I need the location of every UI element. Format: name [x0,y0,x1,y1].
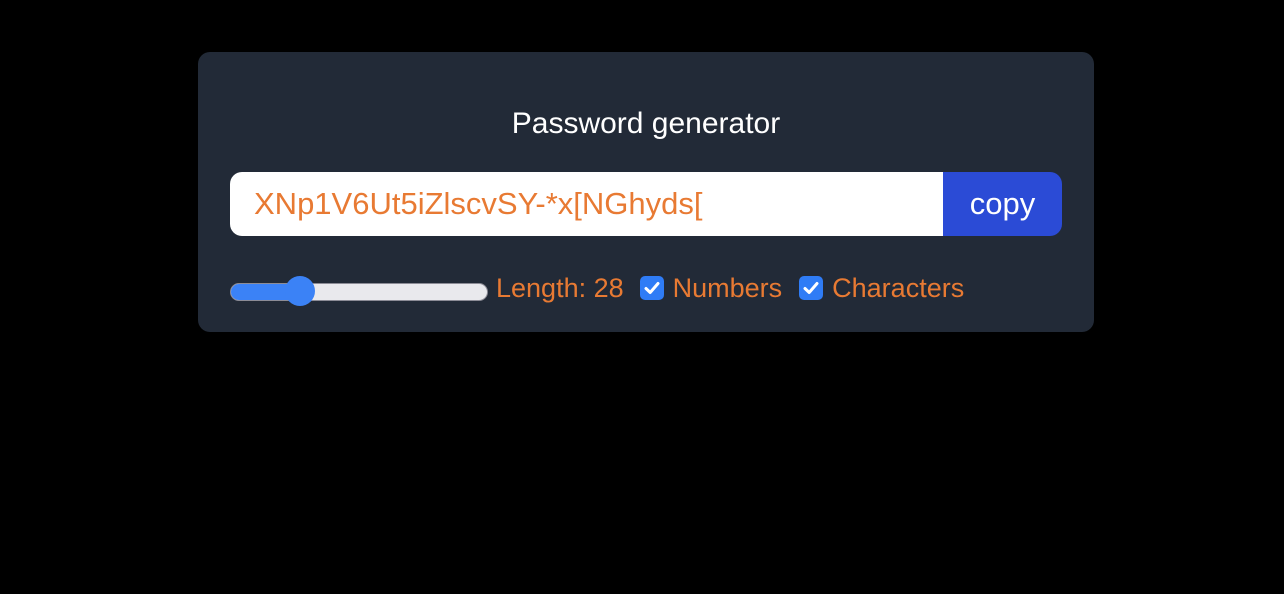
password-input[interactable] [230,172,943,236]
length-label: Length: 28 [496,272,624,303]
slider-track [230,283,488,301]
length-slider[interactable] [230,274,488,306]
checkmark-icon [803,282,819,294]
password-generator-card: Password generator copy Length: 28 Numbe… [198,52,1094,332]
options-row: Length: 28 Numbers Characters [230,270,981,306]
checkmark-icon [644,282,660,294]
numbers-checkbox[interactable] [639,276,664,300]
copy-button[interactable]: copy [943,172,1062,236]
characters-checkbox[interactable] [799,276,824,300]
slider-thumb[interactable] [285,276,315,306]
password-row: copy [230,172,1062,236]
page-title: Password generator [511,107,781,140]
numbers-label: Numbers [672,272,783,303]
characters-label: Characters [832,272,965,303]
